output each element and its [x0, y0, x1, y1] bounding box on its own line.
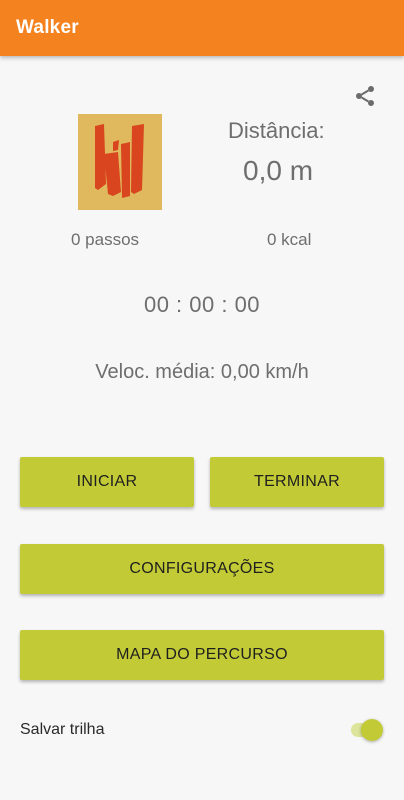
toggle-thumb — [361, 719, 383, 741]
steps-count: 0 passos — [71, 230, 140, 249]
app-bar: Walker — [0, 0, 404, 56]
finish-button[interactable]: TERMINAR — [210, 457, 384, 507]
route-map-button[interactable]: MAPA DO PERCURSO — [20, 630, 384, 680]
settings-button[interactable]: CONFIGURAÇÕES — [20, 544, 384, 594]
walker-app: Walker Distância: 0,0 m 0 passos 0 kcal … — [0, 0, 404, 800]
walker-logo-icon — [78, 114, 162, 210]
save-trail-toggle[interactable] — [349, 719, 383, 741]
distance-value: 0,0 m — [243, 155, 314, 186]
share-icon[interactable] — [353, 84, 377, 108]
save-trail-label: Salvar trilha — [20, 721, 105, 738]
calories-count: 0 kcal — [267, 230, 312, 249]
distance-label: Distância: — [228, 118, 325, 143]
app-title: Walker — [16, 17, 79, 38]
elapsed-timer: 00 : 00 : 00 — [143, 292, 261, 317]
average-speed: Veloc. média: 0,00 km/h — [95, 361, 309, 383]
start-button[interactable]: INICIAR — [20, 457, 194, 507]
